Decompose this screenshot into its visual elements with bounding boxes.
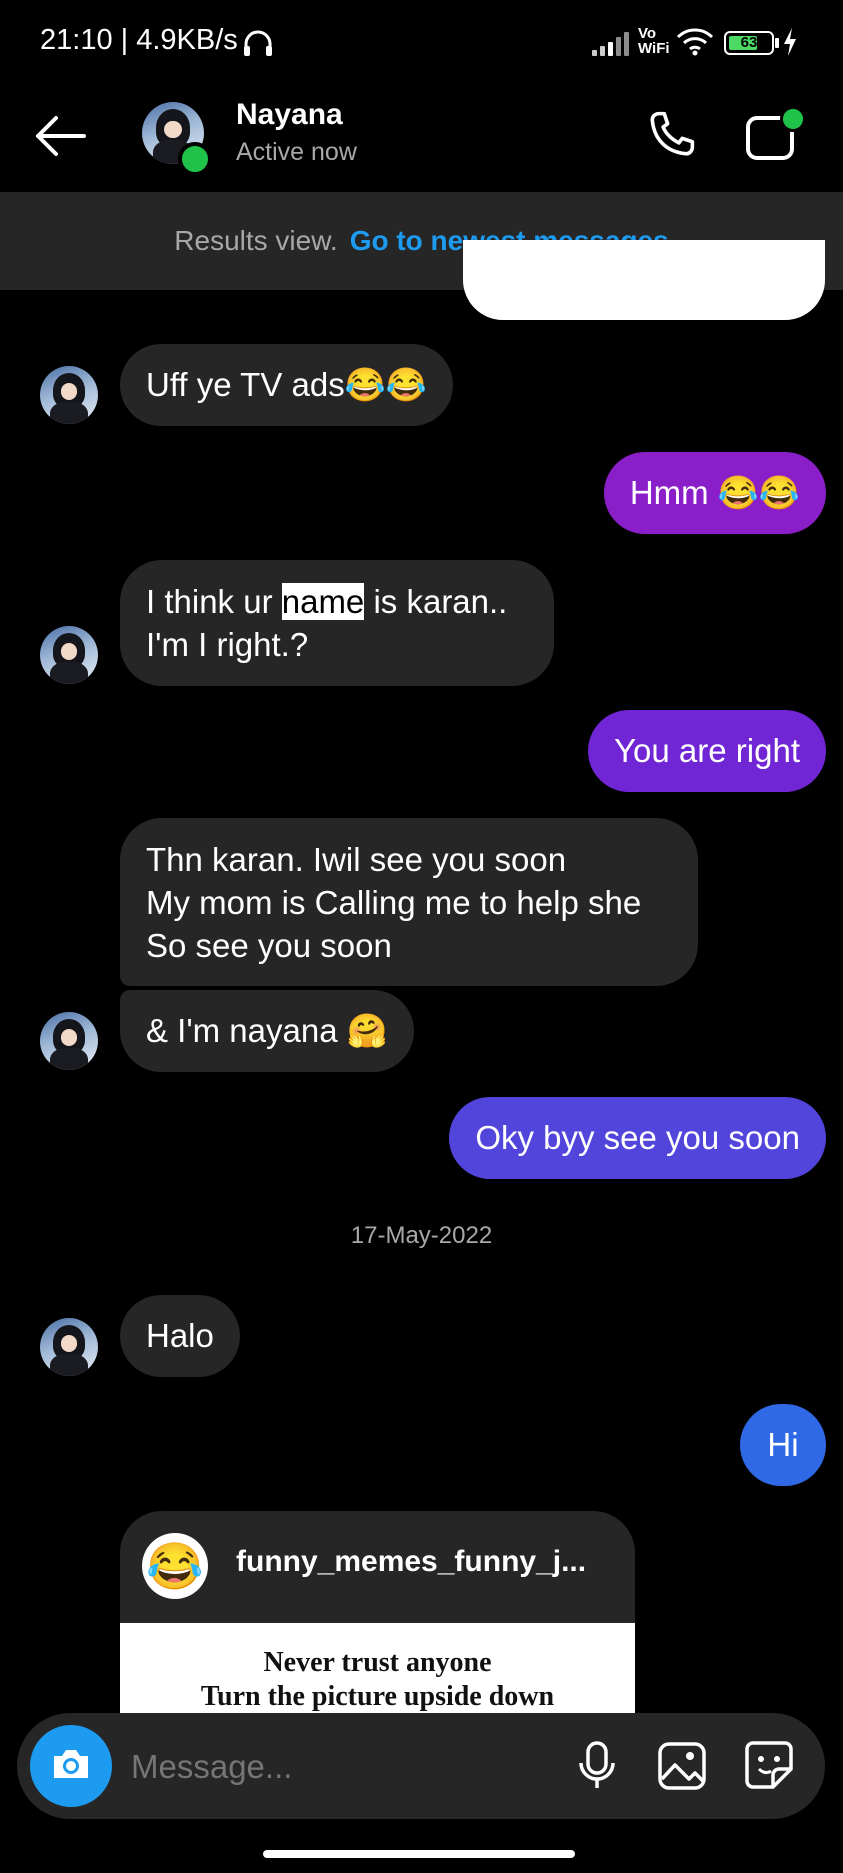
message-bubble-outgoing[interactable]: Hi [740,1404,826,1486]
camera-button[interactable] [30,1725,112,1807]
message-bubble-incoming[interactable]: Halo [120,1295,240,1377]
message-bubble-incoming[interactable]: Thn karan. Iwil see you soon My mom is C… [120,818,698,986]
previous-message-bubble [463,240,825,320]
vowifi-label: Vo WiFi [638,25,670,57]
contact-name[interactable]: Nayana [236,98,343,132]
meme-text-line1: Never trust anyone [263,1647,492,1678]
message-bubble-incoming[interactable]: I think ur name is karan.. I'm I right.? [120,560,554,686]
message-bubble-outgoing[interactable]: You are right [588,710,826,792]
message-avatar[interactable] [40,626,98,684]
results-view-label: Results view. [174,225,338,256]
date-separator: 17-May-2022 [350,1222,493,1249]
charging-bolt-icon [782,28,798,61]
sticker-icon[interactable] [743,1739,795,1796]
message-composer [17,1713,825,1819]
battery-icon: 63 [724,31,774,55]
message-avatar[interactable] [40,1012,98,1070]
battery-level: 63 [740,34,758,51]
message-input[interactable] [129,1739,463,1795]
status-time: 21:10 | 4.9KB/s [40,24,238,56]
gallery-icon[interactable] [657,1741,707,1796]
chat-header: Nayana Active now [0,90,843,192]
wifi-icon [676,28,714,61]
status-bar: 21:10 | 4.9KB/s Vo WiFi 63 [0,0,843,90]
shared-post-account[interactable]: funny_memes_funny_j... [236,1545,586,1579]
message-bubble-incoming[interactable]: Uff ye TV ads😂😂 [120,344,453,426]
home-indicator[interactable] [263,1850,575,1858]
search-highlight: name [281,583,365,620]
video-active-dot [780,106,806,132]
online-indicator [178,142,212,176]
back-arrow-icon[interactable] [34,114,86,163]
message-bubble-incoming[interactable]: & I'm nayana 🤗 [120,990,414,1072]
message-bubble-outgoing[interactable]: Hmm 😂😂 [603,452,826,534]
phone-call-icon[interactable] [644,108,698,167]
contact-status: Active now [236,138,357,166]
meme-text-line2: Turn the picture upside down [200,1681,555,1712]
laughing-emoji-icon: 😂 [142,1533,208,1599]
headphones-icon [242,28,274,63]
cellular-signal-icon [592,30,632,56]
message-avatar[interactable] [40,366,98,424]
microphone-icon[interactable] [575,1741,619,1796]
camera-icon [50,1746,92,1787]
message-bubble-outgoing[interactable]: Oky byy see you soon [449,1097,826,1179]
battery-cap [775,38,779,48]
message-avatar[interactable] [40,1318,98,1376]
